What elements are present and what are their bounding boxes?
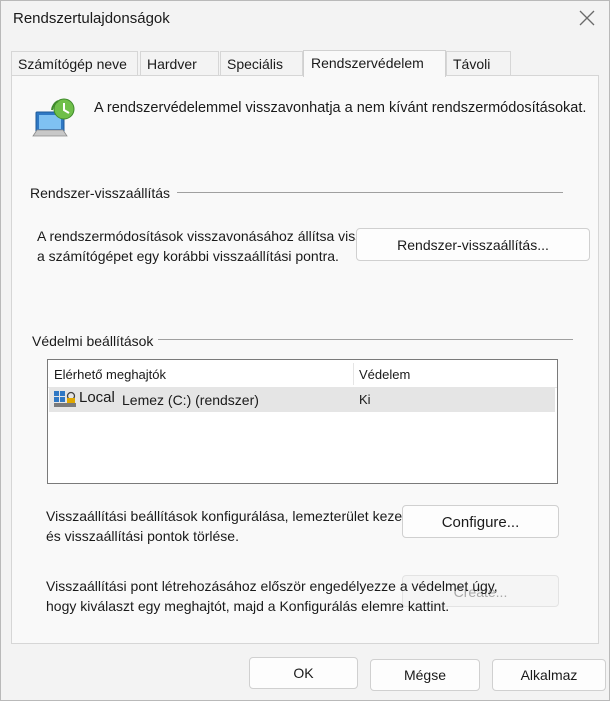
drive-icon (54, 390, 76, 408)
ok-button[interactable]: OK (249, 657, 358, 689)
restore-group-label: Rendszer-visszaállítás (30, 185, 171, 201)
tab-advanced[interactable]: Speciális (220, 51, 303, 75)
create-text-line2: hogy kiválaszt egy meghajtót, majd a Kon… (46, 598, 450, 614)
group-divider (158, 339, 573, 340)
close-icon (579, 10, 595, 26)
tab-remote[interactable]: Távoli (446, 51, 511, 75)
column-header-protection[interactable]: Védelem (353, 360, 553, 387)
drives-list[interactable]: Elérhető meghajtók Védelem Local Lemez (… (47, 359, 558, 484)
cancel-button[interactable]: Mégse (370, 659, 480, 691)
tab-label: Speciális (227, 56, 284, 72)
tab-hardware[interactable]: Hardver (140, 51, 219, 75)
configure-text-line1: Visszaállítási beállítások konfigurálása… (46, 508, 428, 524)
close-button[interactable] (571, 1, 603, 35)
system-protection-panel: A rendszervédelemmel visszavonhatja a ne… (11, 75, 599, 644)
tab-label: Számítógép neve (18, 56, 127, 72)
tab-system-protection[interactable]: Rendszervédelem (303, 50, 446, 77)
restore-text-line2: a számítógépet egy korábbi visszaállítás… (37, 248, 339, 264)
column-header-drives[interactable]: Elérhető meghajtók (48, 360, 353, 387)
restore-text-line1: A rendszermódosítások visszavonásához ál… (37, 228, 378, 244)
list-header: Elérhető meghajtók Védelem (48, 360, 557, 388)
configure-text-line2: és visszaállítási pontok törlése. (46, 528, 239, 544)
drive-row[interactable]: Local Lemez (C:) (rendszer) Ki (49, 388, 555, 412)
system-restore-button[interactable]: Rendszer-visszaállítás... (356, 228, 590, 261)
window-title: Rendszertulajdonságok (13, 10, 170, 27)
drive-protection-status: Ki (359, 392, 371, 407)
tab-label: Távoli (453, 56, 491, 72)
system-protection-icon (30, 96, 78, 144)
protection-description: A rendszervédelemmel visszavonhatja a ne… (94, 100, 587, 116)
tab-label: Hardver (147, 56, 197, 72)
drive-name-part1: Local (79, 389, 115, 406)
drive-name-part2: Lemez (C:) (rendszer) (122, 392, 259, 408)
tab-computer-name[interactable]: Számítógép neve (11, 51, 138, 75)
apply-button[interactable]: Alkalmaz (492, 659, 606, 691)
title-bar[interactable]: Rendszertulajdonságok (1, 1, 609, 39)
create-text-line1: Visszaállítási pont létrehozásához elősz… (46, 578, 498, 594)
protection-group-label: Védelmi beállítások (32, 333, 154, 349)
configure-button[interactable]: Configure... (402, 505, 559, 538)
group-divider (177, 192, 563, 193)
tab-label: Rendszervédelem (311, 55, 424, 71)
system-properties-window: Rendszertulajdonságok Számítógép neve Ha… (0, 0, 610, 701)
